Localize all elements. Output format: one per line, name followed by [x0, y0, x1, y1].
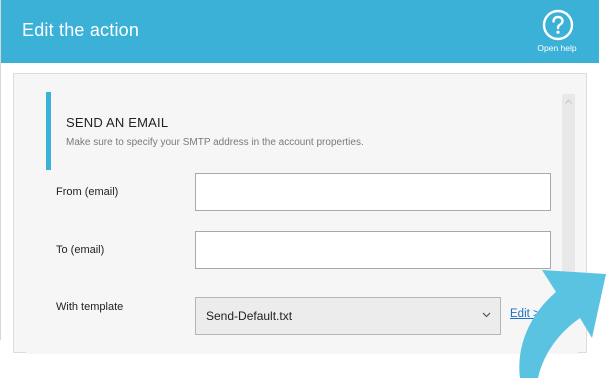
- dialog-title: Edit the action: [22, 20, 140, 40]
- template-label: With template: [56, 301, 124, 313]
- from-email-input[interactable]: [195, 173, 551, 211]
- open-help-label: Open help: [537, 43, 577, 53]
- template-select[interactable]: Send-Default.txt: [195, 297, 501, 335]
- section-subtitle: Make sure to specify your SMTP address i…: [66, 137, 364, 148]
- section-accent-bar: [46, 92, 51, 170]
- to-email-label: To (email): [56, 244, 105, 256]
- open-help-button[interactable]: Open help: [525, 9, 589, 55]
- from-email-label: From (email): [56, 186, 119, 198]
- action-panel-content: SEND AN EMAIL Make sure to specify your …: [26, 82, 578, 354]
- scroll-up-icon[interactable]: [565, 99, 572, 104]
- question-circle-icon: [542, 9, 574, 41]
- curved-arrow-icon: [519, 270, 606, 378]
- template-select-value: Send-Default.txt: [206, 309, 293, 323]
- dialog-header: Edit the action Open help: [1, 0, 599, 63]
- section-title: SEND AN EMAIL: [66, 115, 169, 130]
- chevron-down-icon: [482, 312, 491, 318]
